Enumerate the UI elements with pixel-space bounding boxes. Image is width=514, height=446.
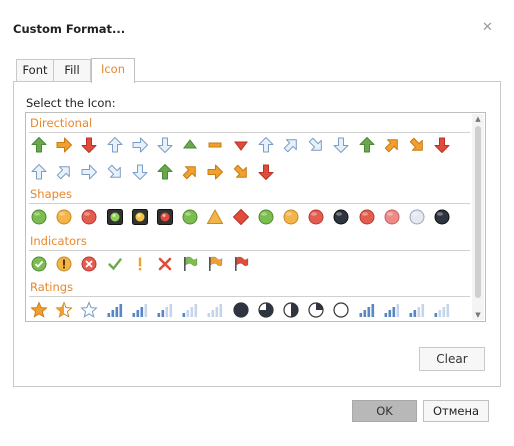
ok-button[interactable]: OK bbox=[352, 400, 417, 422]
star-full-icon[interactable] bbox=[30, 301, 48, 319]
section-divider bbox=[29, 250, 470, 251]
arrow-up-green-icon[interactable] bbox=[30, 136, 48, 154]
clear-button[interactable]: Clear bbox=[419, 347, 485, 371]
flag-yellow-icon[interactable] bbox=[206, 255, 224, 273]
arrow-downright-orange-icon[interactable] bbox=[408, 136, 426, 154]
arrow-downright-outline-icon[interactable] bbox=[106, 163, 124, 181]
circle-yellow-icon[interactable] bbox=[55, 208, 73, 226]
arrow-upright-orange-icon[interactable] bbox=[383, 136, 401, 154]
circle-three-quarter-icon[interactable] bbox=[257, 301, 275, 319]
bars-2-icon[interactable] bbox=[408, 301, 426, 319]
bars-4-icon[interactable] bbox=[358, 301, 376, 319]
circle-exclamation-yellow-icon[interactable] bbox=[55, 255, 73, 273]
arrow-up-outline-icon[interactable] bbox=[257, 136, 275, 154]
star-empty-icon[interactable] bbox=[80, 301, 99, 319]
bars-1-icon[interactable] bbox=[433, 301, 451, 319]
arrow-right-outline-icon[interactable] bbox=[80, 163, 98, 181]
arrow-down-outline-icon[interactable] bbox=[156, 136, 174, 154]
arrow-up-outline-icon[interactable] bbox=[106, 136, 124, 154]
square-light-yellow-icon[interactable] bbox=[131, 208, 149, 226]
flag-red-icon[interactable] bbox=[232, 255, 250, 273]
triangle-yellow-icon[interactable] bbox=[206, 208, 224, 226]
arrow-downright-outline-icon[interactable] bbox=[307, 136, 325, 154]
cancel-button[interactable]: Отмена bbox=[423, 400, 489, 422]
square-light-green-icon[interactable] bbox=[106, 208, 124, 226]
circle-gray-icon[interactable] bbox=[408, 208, 426, 226]
circle-x-red-icon[interactable] bbox=[80, 255, 98, 273]
select-icon-label: Select the Icon: bbox=[26, 96, 116, 110]
circle-black-icon[interactable] bbox=[332, 208, 350, 226]
bars-3-icon[interactable] bbox=[131, 301, 149, 319]
arrow-down-outline-icon[interactable] bbox=[131, 163, 149, 181]
arrow-down-red-icon[interactable] bbox=[433, 136, 451, 154]
circle-green-icon[interactable] bbox=[30, 208, 48, 226]
arrow-upright-outline-icon[interactable] bbox=[55, 163, 73, 181]
close-icon[interactable]: ✕ bbox=[482, 20, 493, 35]
circle-quarter-icon[interactable] bbox=[307, 301, 325, 319]
circle-half-icon[interactable] bbox=[282, 301, 300, 319]
exclamation-yellow-icon[interactable] bbox=[131, 255, 149, 273]
x-red-icon[interactable] bbox=[156, 255, 174, 273]
square-light-red-icon[interactable] bbox=[156, 208, 174, 226]
arrow-down-outline-icon[interactable] bbox=[332, 136, 350, 154]
arrow-right-orange-icon[interactable] bbox=[206, 163, 224, 181]
icon-listbox[interactable]: Directional Shapes Indicators Ratings ▲ ▼ bbox=[25, 112, 486, 322]
circle-red-icon[interactable] bbox=[80, 208, 98, 226]
diamond-red-icon[interactable] bbox=[232, 208, 250, 226]
section-title-directional: Directional bbox=[30, 116, 93, 130]
circle-empty-icon[interactable] bbox=[332, 301, 350, 319]
arrow-right-outline-icon[interactable] bbox=[131, 136, 149, 154]
bars-1-icon[interactable] bbox=[181, 301, 199, 319]
triangle-down-red-icon[interactable] bbox=[232, 136, 250, 154]
section-divider bbox=[29, 296, 470, 297]
arrow-down-red-icon[interactable] bbox=[257, 163, 275, 181]
arrow-downright-orange-icon[interactable] bbox=[232, 163, 250, 181]
arrow-up-green-icon[interactable] bbox=[358, 136, 376, 154]
scroll-thumb[interactable] bbox=[475, 126, 481, 298]
vertical-scrollbar[interactable]: ▲ ▼ bbox=[472, 114, 484, 320]
section-divider bbox=[29, 203, 470, 204]
bars-4-icon[interactable] bbox=[106, 301, 124, 319]
arrow-upright-outline-icon[interactable] bbox=[282, 136, 300, 154]
arrow-upright-orange-icon[interactable] bbox=[181, 163, 199, 181]
dialog-title: Custom Format... bbox=[13, 22, 126, 36]
bars-0-icon[interactable] bbox=[206, 301, 224, 319]
circle-full-icon[interactable] bbox=[232, 301, 250, 319]
tab-fill[interactable]: Fill bbox=[53, 59, 91, 81]
section-divider bbox=[29, 132, 470, 133]
section-title-indicators: Indicators bbox=[30, 234, 87, 248]
circle-black-icon[interactable] bbox=[433, 208, 451, 226]
circle-pink-icon[interactable] bbox=[383, 208, 401, 226]
flag-green-icon[interactable] bbox=[181, 255, 199, 273]
arrow-right-orange-icon[interactable] bbox=[55, 136, 73, 154]
circle-red-icon[interactable] bbox=[307, 208, 325, 226]
scroll-up-icon[interactable]: ▲ bbox=[472, 114, 484, 124]
section-title-shapes: Shapes bbox=[30, 187, 73, 201]
bars-2-icon[interactable] bbox=[156, 301, 174, 319]
circle-green-icon[interactable] bbox=[181, 208, 199, 226]
circle-check-green-icon[interactable] bbox=[30, 255, 48, 273]
circle-red-icon[interactable] bbox=[358, 208, 376, 226]
circle-green-icon[interactable] bbox=[257, 208, 275, 226]
section-title-ratings: Ratings bbox=[30, 280, 74, 294]
check-green-icon[interactable] bbox=[106, 255, 124, 273]
dash-orange-icon[interactable] bbox=[206, 136, 224, 154]
bars-3-icon[interactable] bbox=[383, 301, 401, 319]
tab-font[interactable]: Font bbox=[16, 59, 54, 81]
arrow-up-outline-icon[interactable] bbox=[30, 163, 48, 181]
star-half-icon[interactable] bbox=[55, 301, 73, 319]
circle-yellow-icon[interactable] bbox=[282, 208, 300, 226]
arrow-up-green-icon[interactable] bbox=[156, 163, 174, 181]
arrow-down-red-icon[interactable] bbox=[80, 136, 98, 154]
tab-icon[interactable]: Icon bbox=[91, 58, 135, 83]
triangle-up-green-icon[interactable] bbox=[181, 136, 199, 154]
scroll-down-icon[interactable]: ▼ bbox=[472, 310, 484, 320]
